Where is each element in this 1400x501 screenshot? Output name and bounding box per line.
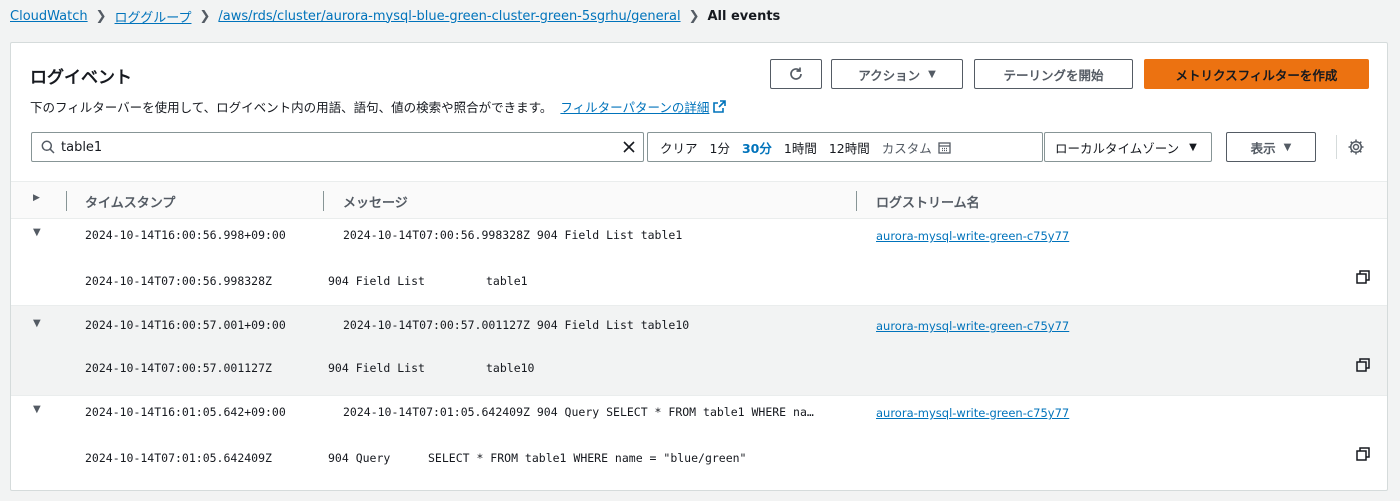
column-header-message[interactable]: メッセージ	[343, 192, 408, 211]
table-header: ▶ タイムスタンプ メッセージ ログストリーム名	[11, 181, 1387, 219]
search-box	[31, 132, 644, 162]
breadcrumb-log-group[interactable]: /aws/rds/cluster/aurora-mysql-blue-green…	[218, 9, 680, 24]
search-input[interactable]	[61, 139, 601, 155]
start-tailing-button[interactable]: テーリングを開始	[974, 59, 1133, 89]
row-message: 2024-10-14T07:01:05.642409Z 904 Query SE…	[343, 405, 814, 419]
log-stream-link[interactable]: aurora-mysql-write-green-c75y77	[876, 319, 1069, 333]
detail-time: 2024-10-14T07:00:57.001127Z	[85, 361, 272, 375]
filter-pattern-link[interactable]: フィルターパターンの詳細	[560, 97, 709, 116]
chevron-right-icon: ❯	[199, 8, 211, 24]
range-custom-label: カスタム	[881, 140, 932, 156]
external-link-icon[interactable]	[713, 100, 727, 113]
log-events-panel: ログイベント 下のフィルターバーを使用して、ログイベント内の用語、語句、値の検索…	[10, 42, 1388, 491]
range-clear[interactable]: クリア	[660, 138, 698, 157]
column-divider[interactable]	[856, 191, 857, 211]
range-1m[interactable]: 1分	[710, 138, 730, 157]
breadcrumb-log-groups[interactable]: ロググループ	[115, 7, 192, 26]
row-timestamp: 2024-10-14T16:01:05.642+09:00	[85, 405, 286, 419]
collapse-icon[interactable]: ▼	[33, 404, 41, 415]
display-label: 表示	[1250, 140, 1276, 156]
search-icon	[41, 140, 55, 154]
copy-icon[interactable]	[1356, 447, 1370, 461]
column-header-timestamp[interactable]: タイムスタンプ	[85, 192, 175, 211]
range-custom[interactable]: カスタム	[882, 138, 951, 157]
breadcrumb: CloudWatch ❯ ロググループ ❯ /aws/rds/cluster/a…	[10, 7, 781, 26]
chevron-right-icon: ❯	[688, 8, 700, 24]
row-timestamp: 2024-10-14T16:00:57.001+09:00	[85, 318, 286, 332]
expand-all-icon[interactable]: ▶	[33, 193, 40, 203]
actions-label: アクション	[858, 67, 921, 83]
toolbar-divider	[1336, 135, 1337, 159]
time-range-selector: クリア 1分 30分 1時間 12時間 カスタム	[647, 132, 1043, 162]
range-12h[interactable]: 12時間	[829, 138, 870, 157]
display-button[interactable]: 表示 ▼	[1226, 132, 1316, 162]
timezone-select[interactable]: ローカルタイムゾーン ▼	[1044, 132, 1212, 162]
detail-thread: 904 Query	[328, 451, 391, 465]
page-description: 下のフィルターバーを使用して、ログイベント内の用語、語句、値の検索や照合ができま…	[30, 97, 727, 116]
refresh-icon	[788, 66, 804, 82]
calendar-icon	[938, 141, 951, 154]
log-stream-link[interactable]: aurora-mysql-write-green-c75y77	[876, 406, 1069, 420]
table-row[interactable]: ▼ 2024-10-14T16:00:56.998+09:00 2024-10-…	[11, 219, 1387, 306]
description-text: 下のフィルターバーを使用して、ログイベント内の用語、語句、値の検索や照合ができま…	[30, 100, 553, 115]
detail-argument: table1	[486, 274, 528, 288]
detail-thread: 904 Field List	[328, 361, 425, 375]
row-message: 2024-10-14T07:00:56.998328Z 904 Field Li…	[343, 228, 683, 242]
chevron-right-icon: ❯	[95, 8, 107, 24]
detail-thread: 904 Field List	[328, 274, 425, 288]
refresh-button[interactable]	[770, 59, 822, 89]
collapse-icon[interactable]: ▼	[33, 318, 41, 329]
breadcrumb-current: All events	[707, 8, 781, 24]
page-title: ログイベント	[30, 68, 132, 88]
caret-down-icon: ▼	[1189, 141, 1197, 153]
log-stream-link[interactable]: aurora-mysql-write-green-c75y77	[876, 229, 1069, 243]
detail-time: 2024-10-14T07:00:56.998328Z	[85, 274, 272, 288]
column-divider[interactable]	[323, 191, 324, 211]
breadcrumb-cloudwatch[interactable]: CloudWatch	[10, 9, 88, 24]
table-row[interactable]: ▼ 2024-10-14T16:01:05.642+09:00 2024-10-…	[11, 396, 1387, 490]
copy-icon[interactable]	[1356, 270, 1370, 284]
actions-button[interactable]: アクション ▼	[831, 59, 963, 89]
table-row[interactable]: ▼ 2024-10-14T16:00:57.001+09:00 2024-10-…	[11, 306, 1387, 396]
range-30m[interactable]: 30分	[742, 138, 772, 157]
gear-icon[interactable]	[1347, 138, 1365, 156]
collapse-icon[interactable]: ▼	[33, 227, 41, 238]
create-metric-filter-button[interactable]: メトリクスフィルターを作成	[1144, 59, 1369, 89]
detail-argument: SELECT * FROM table1 WHERE name = "blue/…	[428, 451, 747, 465]
row-message: 2024-10-14T07:00:57.001127Z 904 Field Li…	[343, 318, 690, 332]
range-1h[interactable]: 1時間	[784, 138, 817, 157]
close-icon[interactable]	[621, 139, 637, 155]
column-divider	[66, 191, 67, 211]
timezone-label: ローカルタイムゾーン	[1055, 140, 1180, 156]
column-header-log-stream[interactable]: ログストリーム名	[876, 192, 980, 211]
copy-icon[interactable]	[1356, 358, 1370, 372]
row-timestamp: 2024-10-14T16:00:56.998+09:00	[85, 228, 286, 242]
caret-down-icon: ▼	[928, 68, 936, 80]
caret-down-icon: ▼	[1283, 141, 1292, 153]
detail-time: 2024-10-14T07:01:05.642409Z	[85, 451, 272, 465]
detail-argument: table10	[486, 361, 535, 375]
